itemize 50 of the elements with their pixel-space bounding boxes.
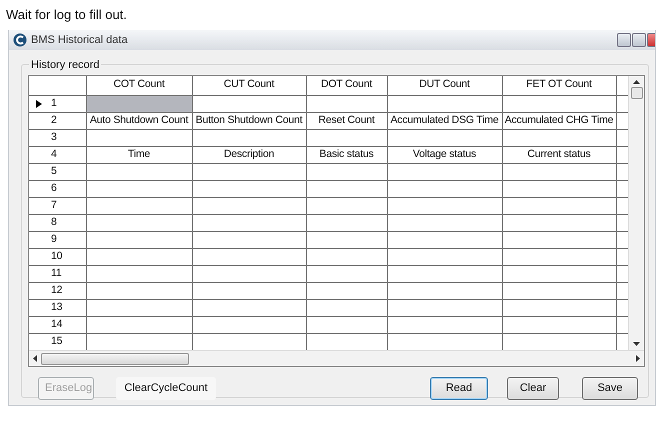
row-number: 8: [51, 216, 57, 228]
column-header[interactable]: DUT Count: [387, 76, 502, 95]
row-number: 4: [51, 148, 57, 160]
scroll-right-icon[interactable]: [636, 355, 640, 362]
scroll-thumb[interactable]: [41, 352, 189, 364]
table-cell: Auto Shutdown Count: [86, 112, 192, 129]
table-cell: Basic status: [306, 146, 387, 163]
button[interactable]: Save: [582, 376, 638, 400]
row-number: 13: [51, 300, 62, 313]
table-cell: Reset Count: [306, 112, 387, 129]
horizontal-scrollbar[interactable]: [29, 350, 644, 366]
instruction-text: Wait for log to fill out.: [5, 6, 128, 24]
table-cell: Accumulated CHG Time: [502, 112, 616, 129]
selected-cell[interactable]: [86, 95, 192, 112]
vertical-scrollbar[interactable]: [628, 76, 644, 350]
button[interactable]: ClearCycleCount: [116, 376, 216, 400]
scroll-thumb[interactable]: [630, 87, 643, 99]
window-title: BMS Historical data: [31, 32, 128, 48]
close-button[interactable]: [647, 33, 655, 47]
table-cell: Time: [86, 146, 192, 163]
scroll-left-icon[interactable]: [33, 355, 37, 362]
table-cell: Button Shutdown Count: [192, 112, 306, 129]
app-icon: [13, 33, 27, 47]
row-number: 14: [51, 318, 62, 330]
column-header[interactable]: CUT Count: [192, 76, 306, 95]
row-number: 6: [51, 182, 57, 194]
button[interactable]: Read: [430, 376, 488, 400]
maximize-button[interactable]: [632, 33, 646, 47]
row-number: 15: [51, 334, 62, 347]
row-number: 11: [51, 266, 62, 279]
row-number: 10: [51, 250, 62, 262]
column-header[interactable]: COT Count: [86, 76, 192, 95]
column-header[interactable]: DOT Count: [306, 76, 387, 95]
row-number: 9: [51, 232, 57, 245]
minimize-button[interactable]: [617, 33, 631, 47]
row-number: 2: [51, 114, 57, 126]
button[interactable]: Clear: [507, 376, 559, 400]
table-cell: Accumulated DSG Time: [387, 112, 502, 129]
column-header[interactable]: FET OT Count: [502, 76, 616, 95]
table-cell: Current status: [502, 146, 616, 163]
row-number: 1: [51, 96, 57, 109]
group-title: History record: [29, 57, 102, 74]
scroll-down-icon[interactable]: [633, 342, 640, 346]
table-cell: Description: [192, 146, 306, 163]
scroll-up-icon[interactable]: [633, 80, 640, 84]
row-number: 5: [51, 164, 57, 177]
table-cell: Voltage status: [387, 146, 502, 163]
row-number: 3: [51, 130, 57, 143]
row-number: 12: [51, 284, 62, 296]
row-number: 7: [51, 198, 57, 211]
